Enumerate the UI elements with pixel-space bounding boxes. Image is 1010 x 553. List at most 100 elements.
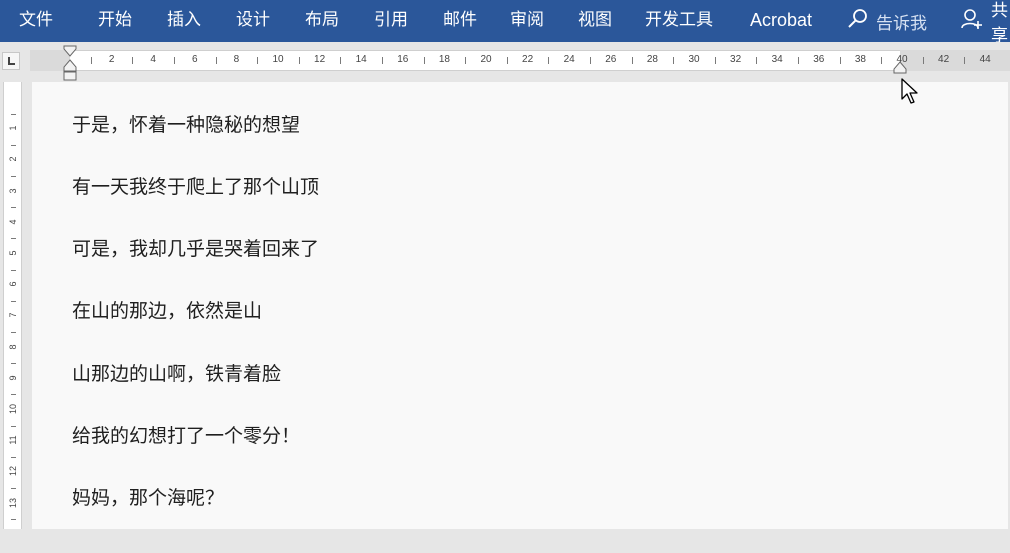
- vertical-ruler-number: 12: [8, 466, 18, 477]
- ruler-number: 26: [605, 54, 617, 65]
- ruler-tick: [756, 57, 758, 64]
- ruler-number: 34: [771, 54, 783, 65]
- ruler-number: 16: [397, 54, 409, 65]
- ruler-tick: [590, 57, 591, 64]
- tab-stop-selector[interactable]: [2, 52, 20, 70]
- tell-me-box[interactable]: 告诉我: [846, 0, 927, 42]
- ruler-tick: [922, 57, 924, 64]
- paragraph[interactable]: 妈妈，那个海呢？: [72, 483, 224, 510]
- ruler-number: 8: [233, 54, 240, 65]
- ruler-tick: [132, 57, 134, 64]
- ruler-tick: [340, 57, 342, 64]
- ruler-tick: [631, 57, 633, 64]
- vertical-ruler-number: 1: [8, 125, 18, 131]
- mouse-pointer-icon: [901, 78, 918, 104]
- vertical-ruler-number: 2: [8, 156, 18, 162]
- vertical-ruler-number: 5: [8, 250, 18, 256]
- vertical-ruler-number: 10: [8, 404, 18, 415]
- tab-developer[interactable]: 开发工具: [645, 0, 713, 42]
- tab-file[interactable]: 文件: [19, 0, 53, 42]
- vertical-ruler-tick: [11, 363, 16, 365]
- vertical-ruler[interactable]: 1234567891011121314: [3, 82, 22, 539]
- vertical-ruler-number: 6: [8, 281, 18, 287]
- person-add-icon: [960, 7, 984, 35]
- ruler-number: 20: [480, 54, 492, 65]
- first-line-indent-marker[interactable]: [63, 45, 77, 82]
- paragraph[interactable]: 于是，怀着一种隐秘的想望: [72, 110, 300, 137]
- ruler-tick: [964, 57, 966, 64]
- ruler-tick: [257, 57, 259, 64]
- tab-references[interactable]: 引用: [374, 0, 408, 42]
- ruler-number: 4: [150, 54, 156, 65]
- tab-home[interactable]: 开始: [98, 0, 132, 42]
- vertical-ruler-tick: [11, 456, 16, 458]
- tab-review[interactable]: 审阅: [510, 0, 544, 42]
- ruler-tick: [673, 57, 675, 64]
- ruler-number: 6: [192, 54, 198, 65]
- vertical-ruler-tick: [11, 519, 16, 521]
- ruler-tick: [798, 57, 799, 64]
- vertical-ruler-tick: [11, 207, 16, 209]
- bottom-edge: [0, 529, 1010, 553]
- ruler-number: 14: [355, 54, 367, 65]
- vertical-ruler-tick: [11, 144, 16, 146]
- ruler-tick: [174, 57, 175, 64]
- ruler-tick: [839, 57, 841, 64]
- paragraph[interactable]: 给我的幻想打了一个零分！: [72, 421, 300, 448]
- ruler-tick: [215, 57, 217, 64]
- vertical-ruler-number: 11: [8, 435, 18, 445]
- ruler-tick: [714, 57, 716, 64]
- ruler-number: 22: [522, 54, 534, 65]
- document-page[interactable]: 于是，怀着一种隐秘的想望 有一天我终于爬上了那个山顶 可是，我却几乎是哭着回来了…: [32, 82, 1008, 529]
- vertical-ruler-number: 9: [8, 375, 18, 381]
- ruler-number: 10: [272, 54, 284, 65]
- vertical-ruler-tick: [11, 425, 16, 427]
- ruler-number: 18: [438, 54, 450, 65]
- ruler-tick: [423, 57, 425, 64]
- paragraph[interactable]: 山那边的山啊，铁青着脸: [72, 359, 281, 386]
- ruler-number: 44: [979, 54, 991, 65]
- vertical-ruler-number: 13: [8, 497, 18, 508]
- vertical-ruler-number: 7: [8, 312, 18, 318]
- tab-mailings[interactable]: 邮件: [443, 0, 477, 42]
- ruler-number: 30: [688, 54, 700, 65]
- vertical-ruler-tick: [11, 113, 16, 115]
- vertical-ruler-tick: [11, 488, 16, 489]
- ruler-tick: [548, 57, 550, 64]
- ruler-number: 24: [563, 54, 575, 65]
- right-indent-marker[interactable]: [893, 61, 907, 75]
- ruler-tick: [465, 57, 467, 64]
- ruler-right-margin: [900, 50, 1010, 71]
- tell-me-label: 告诉我: [876, 13, 927, 34]
- vertical-ruler-number: 3: [8, 188, 18, 194]
- tab-design[interactable]: 设计: [236, 0, 270, 42]
- share-button[interactable]: 共享: [960, 0, 1010, 46]
- ruler-number: 42: [938, 54, 950, 65]
- tab-view[interactable]: 视图: [578, 0, 612, 42]
- tab-acrobat[interactable]: Acrobat: [750, 0, 812, 42]
- vertical-ruler-tick: [11, 238, 16, 240]
- ruler-number: 36: [813, 54, 825, 65]
- ruler-number: 2: [108, 54, 115, 65]
- ruler-number: 12: [314, 54, 326, 65]
- vertical-ruler-tick: [11, 394, 16, 396]
- share-label: 共享: [991, 1, 1008, 46]
- ruler-number: 32: [730, 54, 742, 65]
- vertical-ruler-tick: [11, 269, 16, 271]
- ruler-tick: [506, 57, 508, 64]
- ruler-number: 38: [854, 54, 866, 65]
- vertical-ruler-tick: [11, 300, 16, 302]
- ruler-tick: [382, 57, 383, 64]
- ruler-number: 28: [646, 54, 658, 65]
- paragraph[interactable]: 在山的那边，依然是山: [72, 296, 262, 323]
- tab-layout[interactable]: 布局: [305, 0, 339, 42]
- paragraph[interactable]: 有一天我终于爬上了那个山顶: [72, 172, 319, 199]
- paragraph[interactable]: 可是，我却几乎是哭着回来了: [72, 234, 319, 261]
- tab-insert[interactable]: 插入: [167, 0, 201, 42]
- vertical-ruler-number: 4: [8, 219, 18, 225]
- ruler-tick: [298, 57, 300, 64]
- search-icon: [846, 7, 870, 35]
- ribbon-tab-bar: 文件 开始 插入 设计 布局 引用 邮件 审阅 视图 开发工具 Acrobat …: [0, 0, 1010, 46]
- vertical-ruler-tick: [11, 176, 16, 177]
- ruler-tick: [881, 57, 883, 64]
